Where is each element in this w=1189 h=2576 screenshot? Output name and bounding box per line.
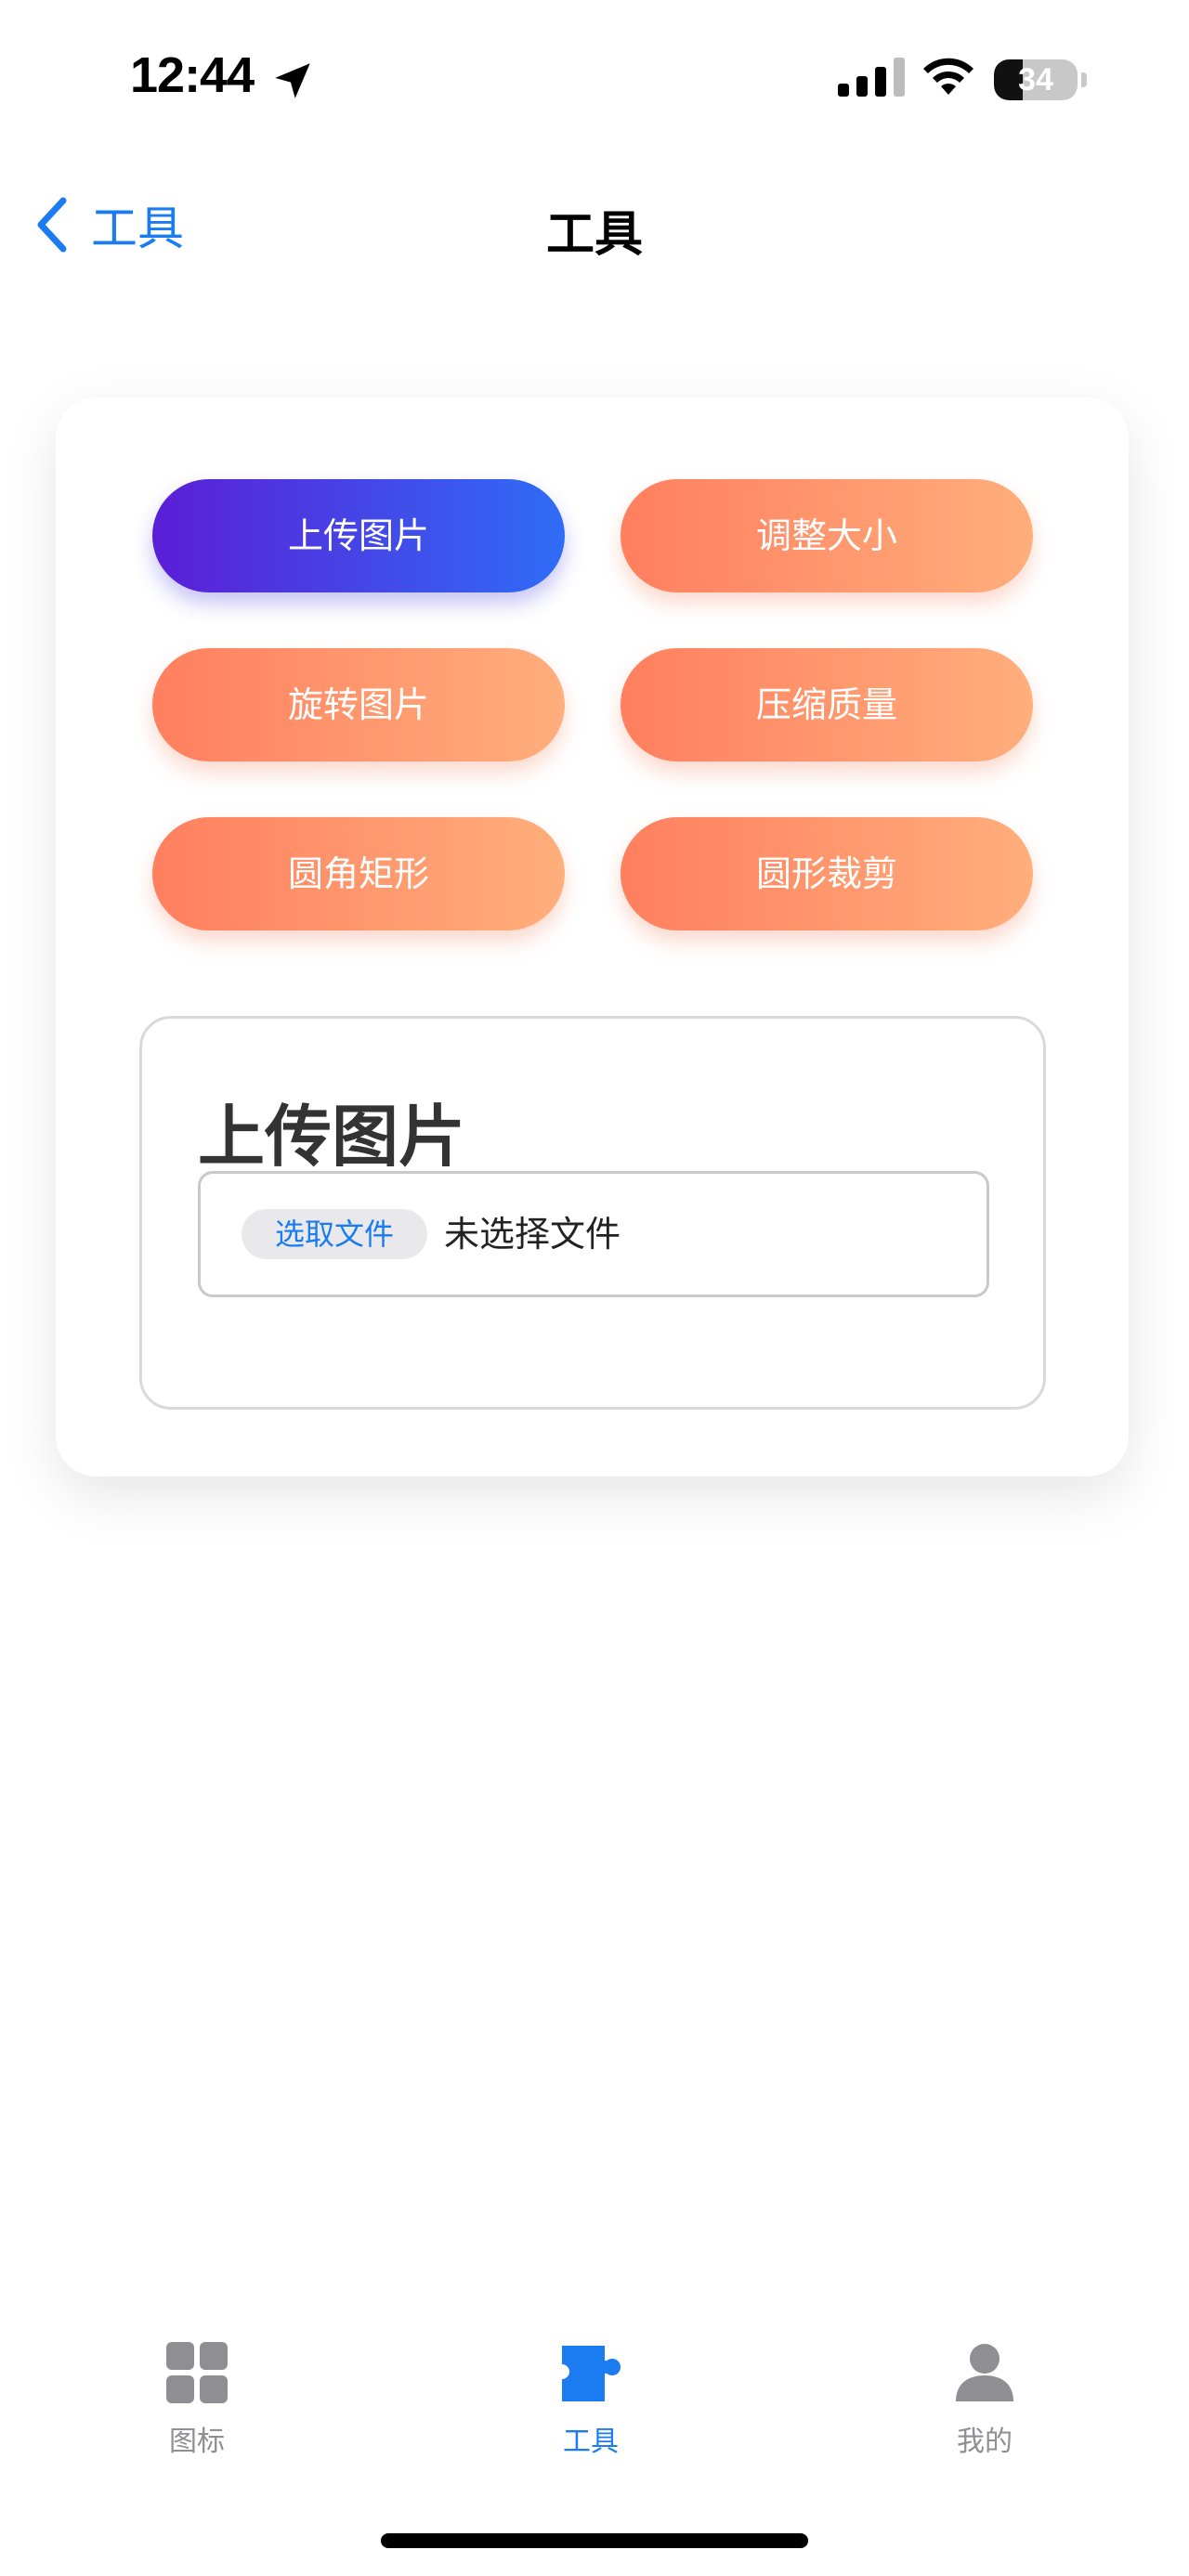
location-arrow-icon <box>275 63 310 98</box>
tab-profile-label: 我的 <box>957 2426 1013 2458</box>
tab-profile[interactable]: 我的 <box>892 2340 1078 2459</box>
puzzle-icon <box>562 2346 621 2401</box>
battery-icon: 34 <box>994 59 1078 100</box>
screen: 12:44 34 工具 工具 上传图片 调整大小 旋转图片 压缩质量 圆角矩形 … <box>0 0 1189 2576</box>
upload-panel: 上传图片 选取文件 未选择文件 <box>139 1016 1046 1410</box>
tab-bar: 图标 工具 我的 <box>0 2340 1189 2489</box>
battery-percentage: 34 <box>1018 62 1053 98</box>
tab-icons[interactable]: 图标 <box>104 2340 290 2459</box>
rotate-image-button[interactable]: 旋转图片 <box>152 648 565 761</box>
circle-crop-button[interactable]: 圆形裁剪 <box>621 817 1033 930</box>
upload-panel-heading: 上传图片 <box>198 1098 466 1176</box>
resize-button[interactable]: 调整大小 <box>621 479 1033 592</box>
status-bar: 12:44 34 <box>0 0 1189 158</box>
tab-icons-label: 图标 <box>169 2426 225 2458</box>
file-input[interactable]: 选取文件 未选择文件 <box>198 1171 989 1297</box>
grid-icon <box>166 2342 228 2403</box>
upload-image-button[interactable]: 上传图片 <box>152 479 565 592</box>
tab-tools-label: 工具 <box>563 2426 619 2458</box>
navigation-bar: 工具 工具 <box>0 176 1189 269</box>
compress-quality-button[interactable]: 压缩质量 <box>621 648 1033 761</box>
status-time: 12:44 <box>130 47 255 103</box>
rounded-rectangle-button[interactable]: 圆角矩形 <box>152 817 565 930</box>
tools-card: 上传图片 调整大小 旋转图片 压缩质量 圆角矩形 圆形裁剪 上传图片 选取文件 … <box>56 397 1129 1477</box>
wifi-icon <box>923 58 973 95</box>
file-status-text: 未选择文件 <box>444 1214 621 1255</box>
cellular-signal-icon <box>838 58 905 97</box>
page-title: 工具 <box>545 207 643 263</box>
choose-file-button[interactable]: 选取文件 <box>242 1209 427 1259</box>
person-icon <box>956 2344 1013 2401</box>
home-indicator <box>381 2533 808 2548</box>
tab-tools[interactable]: 工具 <box>498 2340 684 2459</box>
battery-cap <box>1081 72 1087 87</box>
